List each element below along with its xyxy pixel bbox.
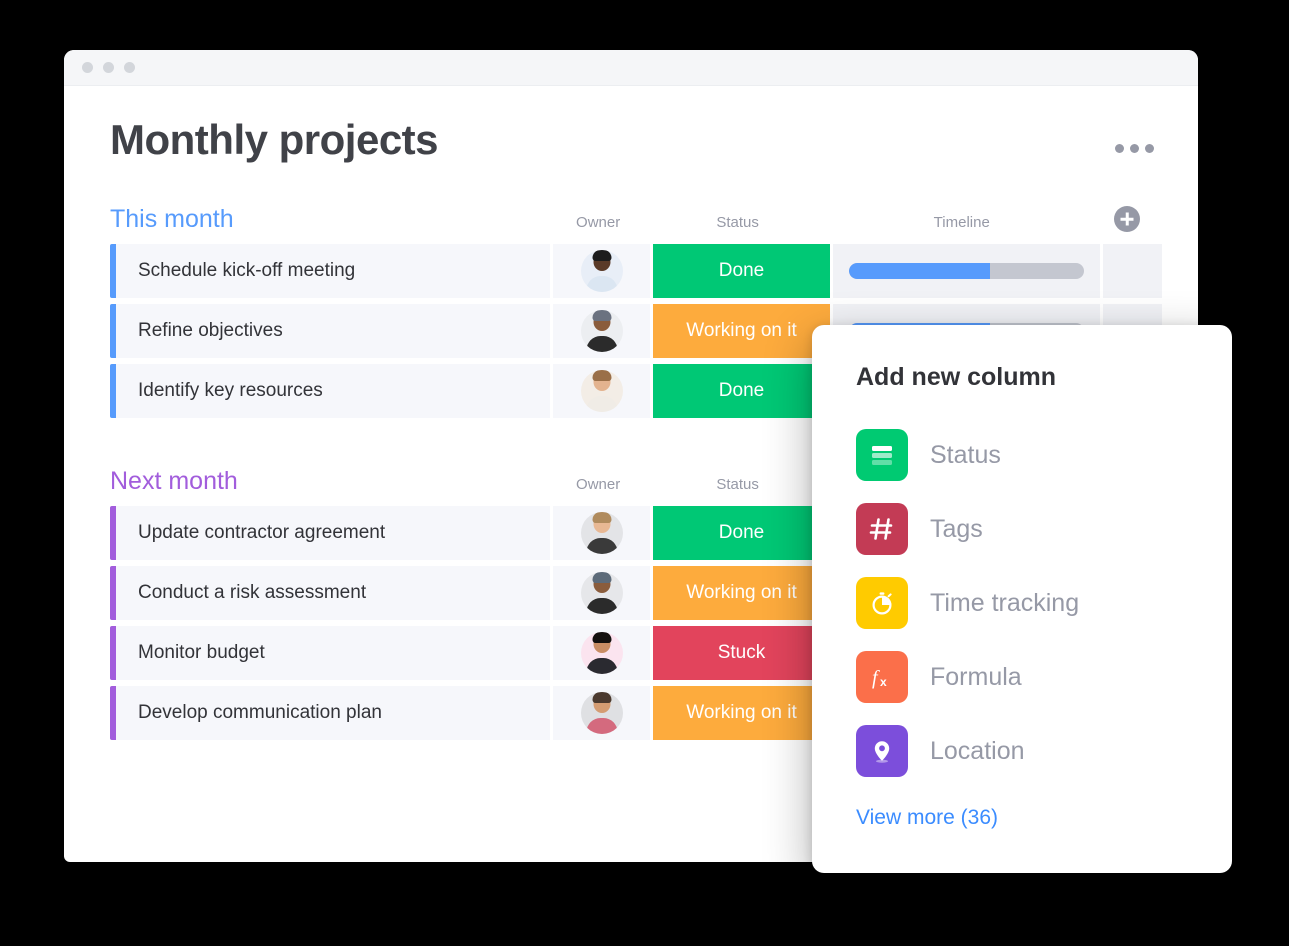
status-bars-icon — [856, 429, 908, 481]
avatar[interactable] — [580, 632, 623, 675]
window-titlebar — [64, 50, 1198, 86]
row-name[interactable]: Update contractor agreement — [116, 506, 550, 561]
plus-circle-icon[interactable] — [1114, 206, 1141, 233]
cell-owner[interactable] — [550, 364, 650, 419]
svg-text:f: f — [872, 667, 880, 689]
timeline-track — [849, 263, 1084, 280]
add-new-column-popup: Add new column Status Tags Time tracking… — [812, 325, 1232, 873]
column-header-timeline[interactable]: Timeline — [827, 215, 1096, 232]
cell-extra — [1100, 244, 1162, 299]
page-background: Monthly projects This month Owner Status… — [0, 0, 1289, 946]
column-header-owner[interactable]: Owner — [548, 477, 648, 494]
window-close-dot[interactable] — [82, 62, 93, 73]
timeline-progress — [849, 263, 990, 280]
cell-owner[interactable] — [550, 686, 650, 741]
popup-item-tags[interactable]: Tags — [856, 492, 1188, 566]
cell-timeline[interactable] — [830, 244, 1100, 299]
column-header-status[interactable]: Status — [648, 215, 827, 232]
popup-item-label: Location — [930, 736, 1025, 765]
formula-fx-icon: f x — [856, 651, 908, 703]
location-pin-icon — [856, 725, 908, 777]
svg-text:x: x — [880, 675, 887, 689]
row-name[interactable]: Refine objectives — [116, 304, 550, 359]
avatar[interactable] — [580, 692, 623, 735]
popup-title: Add new column — [856, 363, 1056, 391]
board-header: Monthly projects — [110, 116, 1158, 163]
cell-owner[interactable] — [550, 506, 650, 561]
cell-status[interactable]: Done — [650, 364, 830, 419]
group-title[interactable]: Next month — [110, 469, 548, 494]
row-name[interactable]: Identify key resources — [116, 364, 550, 419]
popup-item-label: Formula — [930, 662, 1022, 691]
popup-item-formula[interactable]: f x Formula — [856, 640, 1188, 714]
row-name[interactable]: Conduct a risk assessment — [116, 566, 550, 621]
row-name[interactable]: Schedule kick-off meeting — [116, 244, 550, 299]
cell-owner[interactable] — [550, 304, 650, 359]
popup-item-label: Time tracking — [930, 588, 1080, 617]
popup-item-label: Tags — [930, 514, 983, 543]
group-title[interactable]: This month — [110, 207, 548, 232]
popup-item-label: Status — [930, 440, 1001, 469]
cell-status[interactable]: Working on it — [650, 304, 830, 359]
column-header-owner[interactable]: Owner — [548, 215, 648, 232]
hash-tag-icon — [856, 503, 908, 555]
avatar[interactable] — [580, 370, 623, 413]
popup-item-location[interactable]: Location — [856, 714, 1188, 788]
avatar[interactable] — [580, 250, 623, 293]
table-row[interactable]: Schedule kick-off meeting Done — [110, 244, 1162, 299]
cell-status[interactable]: Working on it — [650, 566, 830, 621]
row-name[interactable]: Develop communication plan — [116, 686, 550, 741]
cell-status[interactable]: Working on it — [650, 686, 830, 741]
popup-item-time-tracking[interactable]: Time tracking — [856, 566, 1188, 640]
cell-owner[interactable] — [550, 626, 650, 681]
window-maximize-dot[interactable] — [124, 62, 135, 73]
avatar[interactable] — [580, 310, 623, 353]
cell-owner[interactable] — [550, 244, 650, 299]
cell-status[interactable]: Done — [650, 244, 830, 299]
cell-status[interactable]: Stuck — [650, 626, 830, 681]
row-name[interactable]: Monitor budget — [116, 626, 550, 681]
page-title: Monthly projects — [110, 116, 439, 163]
popup-item-status[interactable]: Status — [856, 418, 1188, 492]
stopwatch-icon — [856, 577, 908, 629]
cell-owner[interactable] — [550, 566, 650, 621]
window-minimize-dot[interactable] — [103, 62, 114, 73]
group-header: This month Owner Status Timeline — [110, 206, 1158, 233]
kebab-menu-icon[interactable] — [1115, 144, 1154, 153]
cell-status[interactable]: Done — [650, 506, 830, 561]
avatar[interactable] — [580, 512, 623, 555]
add-column-cell — [1096, 206, 1158, 233]
avatar[interactable] — [580, 572, 623, 615]
column-header-status[interactable]: Status — [648, 477, 827, 494]
view-more-link[interactable]: View more (36) — [856, 806, 1188, 830]
